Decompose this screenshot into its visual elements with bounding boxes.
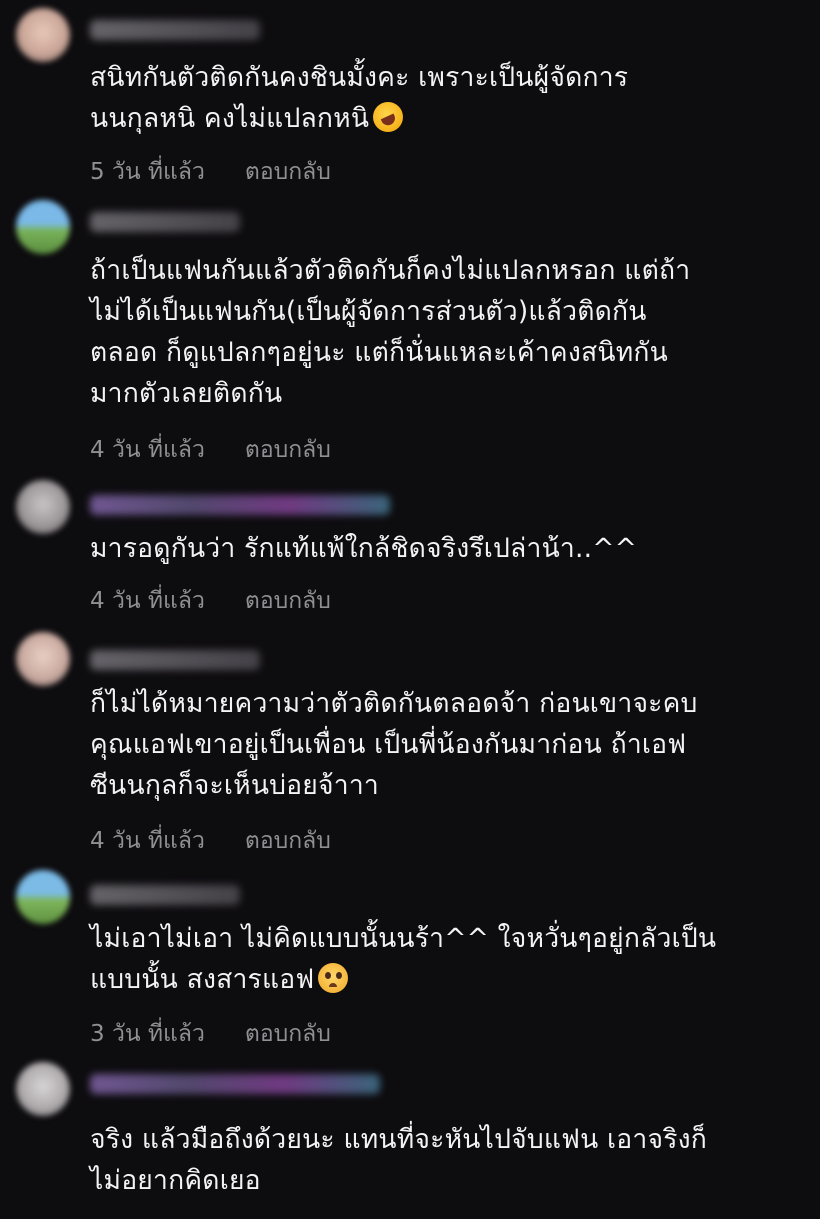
comment-text: มารอดูกันว่า รักแท้แพ้ใกล้ชิดจริงรึเปล่า… xyxy=(90,533,638,564)
comment-time: 4 วัน ที่แล้ว xyxy=(90,828,205,854)
reply-button[interactable]: ตอบกลับ xyxy=(245,159,331,185)
reply-button[interactable]: ตอบกลับ xyxy=(245,588,331,614)
avatar[interactable] xyxy=(16,1062,70,1116)
comment-text: ถ้าเป็นแฟนกันแล้วตัวติดกันก็คงไม่แปลกหรอ… xyxy=(90,255,691,409)
comment-text: สนิทกันตัวติดกันคงชินมั้งคะ เพราะเป็นผู้… xyxy=(90,57,805,139)
pleading-face-emoji-icon xyxy=(318,963,349,993)
comment-text: ก็ไม่ได้หมายความว่าตัวติดกันตลอดจ้า ก่อน… xyxy=(90,688,698,801)
avatar[interactable] xyxy=(16,8,70,62)
comment-meta: 4 วัน ที่แล้ว ตอบกลับ xyxy=(90,583,331,619)
avatar[interactable] xyxy=(16,480,70,534)
comment-text: ไม่เอาไม่เอา ไม่คิดแบบนั้นนร้า^^ ใจหวั่น… xyxy=(90,918,805,1000)
comment-meta: 4 วัน ที่แล้ว ตอบกลับ xyxy=(90,432,331,468)
comment-body: ไม่เอาไม่เอา ไม่คิดแบบนั้นนร้า^^ ใจหวั่น… xyxy=(90,923,717,995)
comment-meta: 3 วัน ที่แล้ว ตอบกลับ xyxy=(90,1016,331,1052)
comment-body: สนิทกันตัวติดกันคงชินมั้งคะ เพราะเป็นผู้… xyxy=(90,62,629,134)
comment-text: จริง แล้วมือถึงด้วยนะ แทนที่จะหันไปจับแฟ… xyxy=(90,1124,708,1196)
comment-time: 5 วัน ที่แล้ว xyxy=(90,159,205,185)
reply-button[interactable]: ตอบกลับ xyxy=(245,437,331,463)
comment-time: 3 วัน ที่แล้ว xyxy=(90,1021,205,1047)
reply-button[interactable]: ตอบกลับ xyxy=(245,1021,331,1047)
username-blurred[interactable] xyxy=(90,20,260,40)
username-blurred[interactable] xyxy=(90,495,390,515)
rolling-on-floor-laughing-emoji-icon xyxy=(373,102,404,132)
comment-time: 4 วัน ที่แล้ว xyxy=(90,588,205,614)
comment-meta: 4 วัน ที่แล้ว ตอบกลับ xyxy=(90,823,331,859)
username-blurred[interactable] xyxy=(90,885,240,905)
username-blurred[interactable] xyxy=(90,650,260,670)
comment-time: 4 วัน ที่แล้ว xyxy=(90,437,205,463)
reply-button[interactable]: ตอบกลับ xyxy=(245,828,331,854)
username-blurred[interactable] xyxy=(90,212,240,232)
avatar[interactable] xyxy=(16,200,70,254)
avatar[interactable] xyxy=(16,870,70,924)
username-blurred[interactable] xyxy=(90,1074,380,1094)
comment-meta: 5 วัน ที่แล้ว ตอบกลับ xyxy=(90,154,331,190)
avatar[interactable] xyxy=(16,632,70,686)
